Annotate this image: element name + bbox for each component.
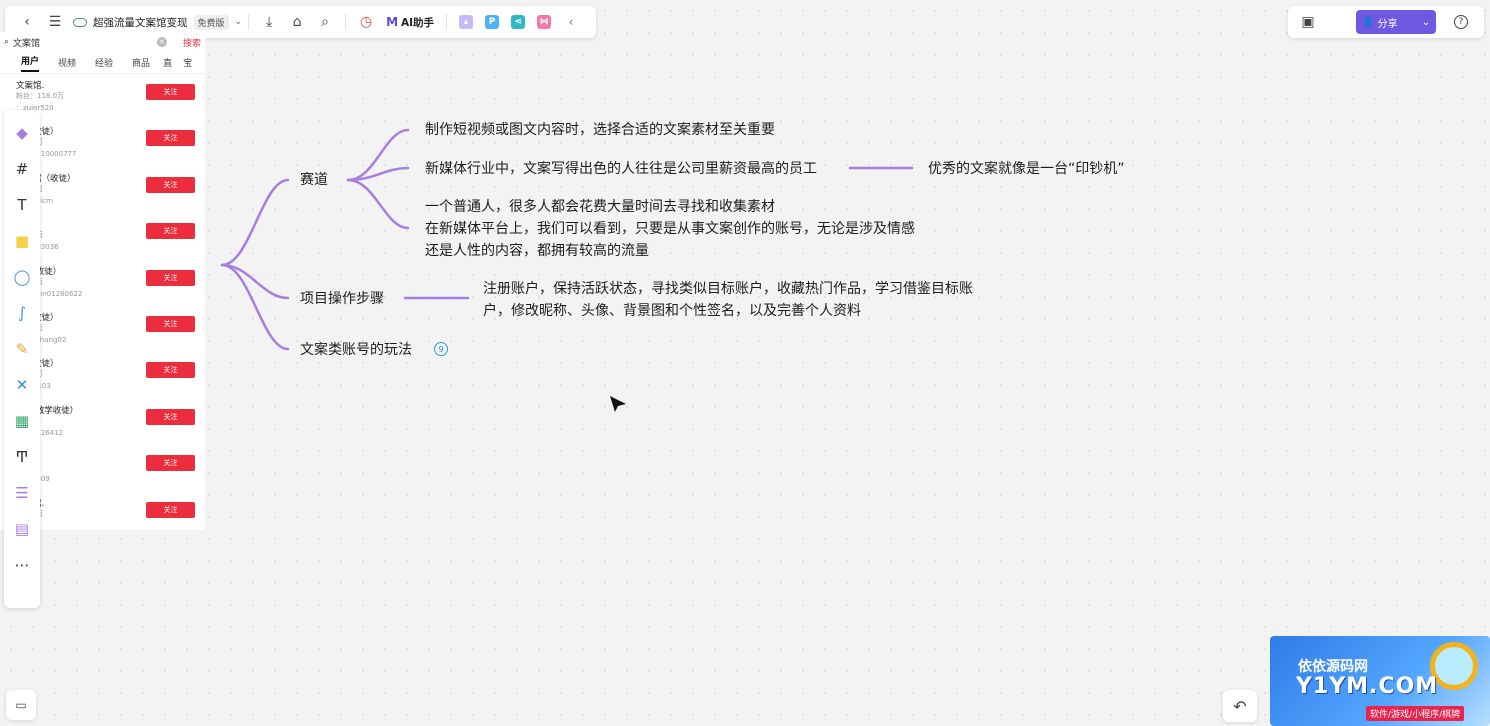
follow-button[interactable]: 关注 (146, 315, 195, 332)
tag-icon[interactable]: ⌂ (283, 10, 311, 34)
chevron-down-icon[interactable]: ⌄ (1422, 17, 1430, 28)
follow-button[interactable]: 关注 (146, 269, 195, 286)
document-title[interactable]: 超强流量文案馆变现 (93, 15, 188, 30)
account-id (16, 521, 205, 530)
ai-logo-icon: M (386, 15, 399, 29)
watermark-cn: 依依源码网 (1298, 659, 1368, 675)
leaf-material-importance[interactable]: 制作短视频或图文内容时，选择合适的文案素材至关重要 (425, 121, 775, 139)
leaf-highest-salary[interactable]: 新媒体行业中，文案写得出色的人往往是公司里薪资最高的员工 (425, 160, 817, 178)
pointer-cursor-icon (610, 396, 626, 412)
share-label: 分享 (1377, 18, 1398, 30)
leaf-register-account-line-1[interactable]: 注册账户，保持活跃状态，寻找类似目标账户，收藏热门作品，学习借鉴目标账 (483, 280, 973, 298)
ai-assistant-button[interactable]: M AI助手 (386, 15, 434, 30)
list-card-icon[interactable]: ☰ (11, 482, 33, 504)
account-id: ：douyin01280622 (16, 289, 83, 298)
follow-button[interactable]: 关注 (146, 84, 195, 100)
frame-icon[interactable]: # (11, 158, 33, 180)
share-button[interactable]: 👤 分享 ⌄ (1356, 10, 1436, 34)
branch-copywriting-gameplay[interactable]: 文案类账号的玩法 (300, 341, 412, 359)
shape-icon[interactable]: ◯ (11, 266, 33, 288)
account-id: ：doushang02 (16, 335, 67, 344)
user-add-icon: 👤 (1362, 16, 1375, 28)
plan-badge: 免费版 (193, 14, 229, 30)
toolbar-divider (248, 14, 250, 30)
text-box-icon[interactable]: Ͳ (11, 446, 33, 468)
tab-live[interactable]: 直 (163, 56, 172, 69)
table-icon[interactable]: ▦ (11, 410, 33, 432)
text-icon[interactable]: T (11, 194, 33, 216)
toolbar-divider (345, 14, 347, 30)
branch-operation-steps[interactable]: 项目操作步骤 (300, 290, 384, 308)
panel-tabs: 用户 视频 经验 商品 直 宝 (0, 52, 205, 74)
account-id: ：96193036 (16, 242, 205, 254)
pen-icon[interactable]: ✎ (11, 338, 33, 360)
collapsed-count-badge[interactable]: 9 (434, 342, 448, 356)
more-icon[interactable]: ⋯ (11, 554, 33, 576)
tab-products[interactable]: 商品 (132, 56, 150, 69)
cloud-sync-icon (73, 17, 87, 27)
search-button[interactable]: 搜索 (183, 36, 201, 49)
follow-button[interactable]: 关注 (146, 408, 195, 425)
leaf-register-account-line-2[interactable]: 户，修改昵称、头像、背景图和个性签名，以及完善个人资料 (483, 302, 861, 320)
account-id: ：douyicm (16, 196, 205, 208)
tab-videos[interactable]: 视频 (58, 56, 76, 69)
account-id: ：ins1103 (16, 381, 205, 393)
search-input[interactable]: 文案馆 (13, 36, 153, 49)
leaf-ordinary-person-line-3[interactable]: 还是人性的内容，都拥有较高的流量 (425, 242, 649, 260)
follow-button[interactable]: 关注 (146, 176, 195, 193)
panel-search-bar: ⌕ 文案馆 ✕ 搜索 (0, 32, 205, 52)
leaf-ordinary-person-line-1[interactable]: 一个普通人，很多人都会花费大量时间去寻找和收集素材 (425, 198, 775, 216)
tab-treasure[interactable]: 宝 (183, 56, 192, 69)
watermark-logo: 依依源码网 Y1YM.COM 软件/游戏/小程序/棋牌 (1270, 636, 1490, 726)
follow-button[interactable]: 关注 (146, 501, 195, 518)
account-id: ：h11110000777 (16, 150, 77, 159)
download-icon[interactable]: ⤓ (255, 10, 283, 34)
connector-icon[interactable]: ∫ (11, 302, 33, 324)
ai-assistant-label: AI助手 (401, 16, 435, 29)
follow-button[interactable]: 关注 (146, 130, 195, 147)
leaf-ordinary-person-line-2[interactable]: 在新媒体平台上，我们可以看到，只要是从事文案创作的账号，无论是涉及情感 (425, 220, 915, 238)
help-icon[interactable]: ? (1454, 15, 1468, 29)
toolbar-divider (446, 14, 448, 30)
tool-column: ◆ # T ■ ◯ ∫ ✎ ✕ ▦ Ͳ ☰ ▤ ⋯ (4, 110, 40, 608)
back-icon[interactable]: ‹ (13, 10, 41, 34)
search-icon: ⌕ (4, 37, 10, 47)
watermark-sub: 软件/游戏/小程序/棋牌 (1366, 706, 1465, 721)
account-id: ：731226412 (16, 428, 205, 440)
image-app-icon[interactable]: ▴ (459, 15, 474, 29)
minimap-icon[interactable]: ▭ (6, 690, 36, 720)
ppt-app-icon[interactable]: P (485, 15, 500, 29)
clear-icon[interactable]: ✕ (156, 37, 167, 47)
follow-button[interactable]: 关注 (146, 455, 195, 472)
tab-users[interactable]: 用户 (21, 54, 40, 72)
follow-button[interactable]: 关注 (146, 223, 195, 240)
kanban-icon[interactable]: ▤ (11, 518, 33, 540)
leaf-money-printer[interactable]: 优秀的文案就像是一台“印钞机” (928, 160, 1125, 178)
chevron-down-icon[interactable]: ⌄ (235, 17, 243, 27)
template-icon[interactable]: ◆ (11, 122, 33, 144)
follow-button[interactable]: 关注 (146, 362, 195, 379)
account-id: ：zuier520 (16, 104, 54, 112)
watermark-en: Y1YM.COM (1296, 674, 1439, 699)
document-title-group[interactable]: 超强流量文案馆变现 免费版 ⌄ (73, 14, 243, 30)
mindmap-icon[interactable]: ✕ (11, 374, 33, 396)
mindmap-connectors (220, 128, 914, 351)
collapse-chevron-icon[interactable]: ‹ (557, 10, 585, 34)
account-id: ：745609 (16, 474, 205, 486)
briefcase-icon[interactable]: ▣ (1294, 10, 1322, 34)
search-icon[interactable]: ⌕ (311, 10, 339, 34)
menu-icon[interactable]: ☰ (41, 10, 69, 34)
branch-racetrack[interactable]: 赛道 (300, 171, 328, 189)
calendar-icon[interactable]: ◷ (352, 10, 380, 34)
right-toolbar: ▣ 👤 分享 ⌄ ? (1288, 6, 1484, 38)
mindmap-app-icon[interactable]: ⋖ (511, 15, 526, 29)
undo-icon[interactable]: ↶ (1223, 690, 1257, 722)
tab-experience[interactable]: 经验 (95, 56, 113, 69)
sticky-note-icon[interactable]: ■ (11, 230, 33, 252)
flowchart-app-icon[interactable]: ⋈ (537, 15, 552, 29)
